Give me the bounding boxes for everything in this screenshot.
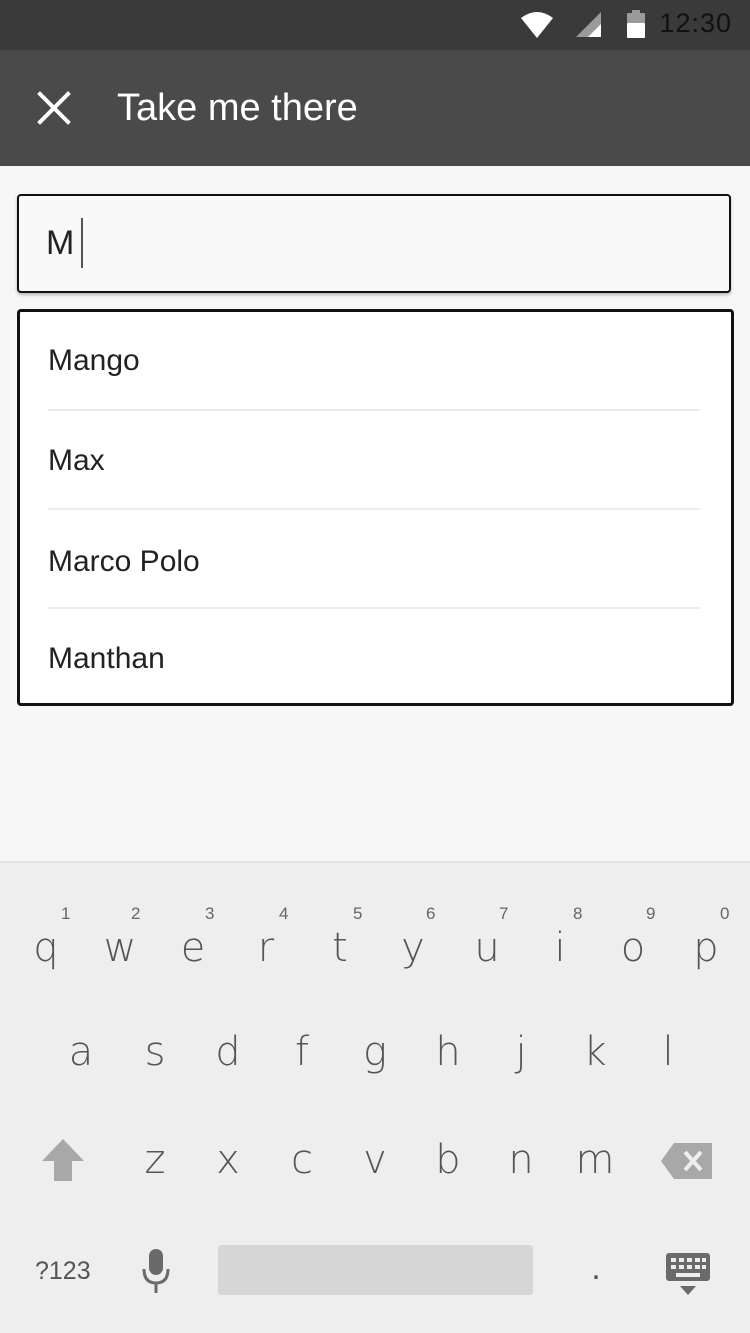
- symbols-key[interactable]: ?123: [35, 1257, 91, 1286]
- period-key[interactable]: .: [580, 1249, 612, 1289]
- suggestion-label: Manthan: [48, 642, 165, 675]
- key-k[interactable]: k: [558, 1005, 632, 1101]
- suggestion-item[interactable]: Manthan: [48, 609, 700, 708]
- key-label: d: [215, 1029, 241, 1075]
- signal-icon: [576, 12, 601, 37]
- key-label: m: [575, 1137, 615, 1183]
- app-bar: Take me there: [0, 50, 750, 166]
- key-l[interactable]: l: [631, 1005, 705, 1101]
- key-b[interactable]: b: [411, 1113, 485, 1209]
- key-n[interactable]: n: [484, 1113, 558, 1209]
- key-z[interactable]: z: [118, 1113, 192, 1209]
- key-a[interactable]: a: [44, 1005, 118, 1101]
- microphone-icon[interactable]: [140, 1247, 172, 1297]
- key-hint: 4: [279, 904, 289, 923]
- key-label: z: [144, 1137, 166, 1183]
- key-label: o: [620, 925, 646, 971]
- key-e[interactable]: 3 e: [156, 899, 230, 995]
- key-label: i: [554, 925, 566, 971]
- key-label: b: [435, 1137, 461, 1183]
- key-g[interactable]: g: [338, 1005, 412, 1101]
- backspace-icon[interactable]: [660, 1141, 714, 1181]
- key-j[interactable]: j: [484, 1005, 558, 1101]
- key-hint: 8: [573, 904, 583, 923]
- key-label: t: [332, 925, 348, 971]
- keyboard-hide-icon[interactable]: [664, 1251, 712, 1297]
- key-label: e: [180, 925, 206, 971]
- key-i[interactable]: 8 i: [523, 899, 597, 995]
- key-u[interactable]: 7 u: [450, 899, 524, 995]
- text-caret: [81, 218, 83, 268]
- key-label: k: [583, 1029, 607, 1075]
- key-w[interactable]: 2 w: [83, 899, 157, 995]
- key-c[interactable]: c: [265, 1113, 339, 1209]
- key-label: f: [294, 1029, 310, 1075]
- key-m[interactable]: m: [558, 1113, 632, 1209]
- suggestion-label: Marco Polo: [48, 545, 200, 578]
- key-x[interactable]: x: [191, 1113, 265, 1209]
- key-label: a: [68, 1029, 94, 1075]
- suggestion-list: Mango Max Marco Polo Manthan: [17, 309, 734, 706]
- key-label: w: [103, 925, 137, 971]
- key-y[interactable]: 6 y: [376, 899, 450, 995]
- key-hint: 1: [61, 904, 71, 923]
- suggestion-item[interactable]: Mango: [48, 312, 700, 411]
- page-title: Take me there: [117, 87, 358, 129]
- key-hint: 2: [131, 904, 141, 923]
- suggestion-item[interactable]: Marco Polo: [48, 510, 700, 609]
- search-input[interactable]: M: [17, 194, 731, 293]
- battery-icon: [627, 10, 645, 38]
- key-hint: 9: [646, 904, 656, 923]
- key-p[interactable]: 0 p: [669, 899, 743, 995]
- keyboard: 1 q 2 w 3 e 4 r 5 t 6 y 7 u 8 i 9 o 0 p …: [0, 861, 750, 1333]
- key-label: x: [216, 1137, 240, 1183]
- key-label: n: [508, 1137, 534, 1183]
- key-hint: 6: [426, 904, 436, 923]
- key-label: y: [401, 925, 425, 971]
- search-input-value: M: [46, 224, 75, 262]
- key-label: s: [144, 1029, 166, 1075]
- close-icon[interactable]: [30, 84, 78, 132]
- key-label: p: [693, 925, 719, 971]
- key-q[interactable]: 1 q: [9, 899, 83, 995]
- key-o[interactable]: 9 o: [596, 899, 670, 995]
- suggestion-label: Mango: [48, 344, 140, 377]
- key-label: l: [662, 1029, 674, 1075]
- key-hint: 0: [720, 904, 730, 923]
- key-f[interactable]: f: [265, 1005, 339, 1101]
- key-label: u: [474, 925, 500, 971]
- suggestion-item[interactable]: Max: [48, 411, 700, 510]
- key-label: h: [435, 1029, 461, 1075]
- space-bar[interactable]: [218, 1245, 533, 1295]
- key-hint: 7: [499, 904, 509, 923]
- status-bar: 12:30: [0, 0, 750, 50]
- key-label: g: [362, 1029, 387, 1075]
- key-hint: 5: [353, 904, 363, 923]
- key-r[interactable]: 4 r: [229, 899, 303, 995]
- suggestion-label: Max: [48, 444, 105, 477]
- key-label: j: [515, 1029, 527, 1075]
- key-label: q: [33, 925, 59, 971]
- status-time: 12:30: [659, 8, 732, 38]
- key-s[interactable]: s: [118, 1005, 192, 1101]
- key-label: c: [291, 1137, 313, 1183]
- key-d[interactable]: d: [191, 1005, 265, 1101]
- shift-key-icon[interactable]: [40, 1137, 86, 1183]
- key-t[interactable]: 5 t: [303, 899, 377, 995]
- key-label: v: [363, 1137, 387, 1183]
- wifi-icon: [521, 12, 553, 38]
- key-hint: 3: [205, 904, 215, 923]
- key-h[interactable]: h: [411, 1005, 485, 1101]
- key-label: r: [257, 925, 275, 971]
- key-v[interactable]: v: [338, 1113, 412, 1209]
